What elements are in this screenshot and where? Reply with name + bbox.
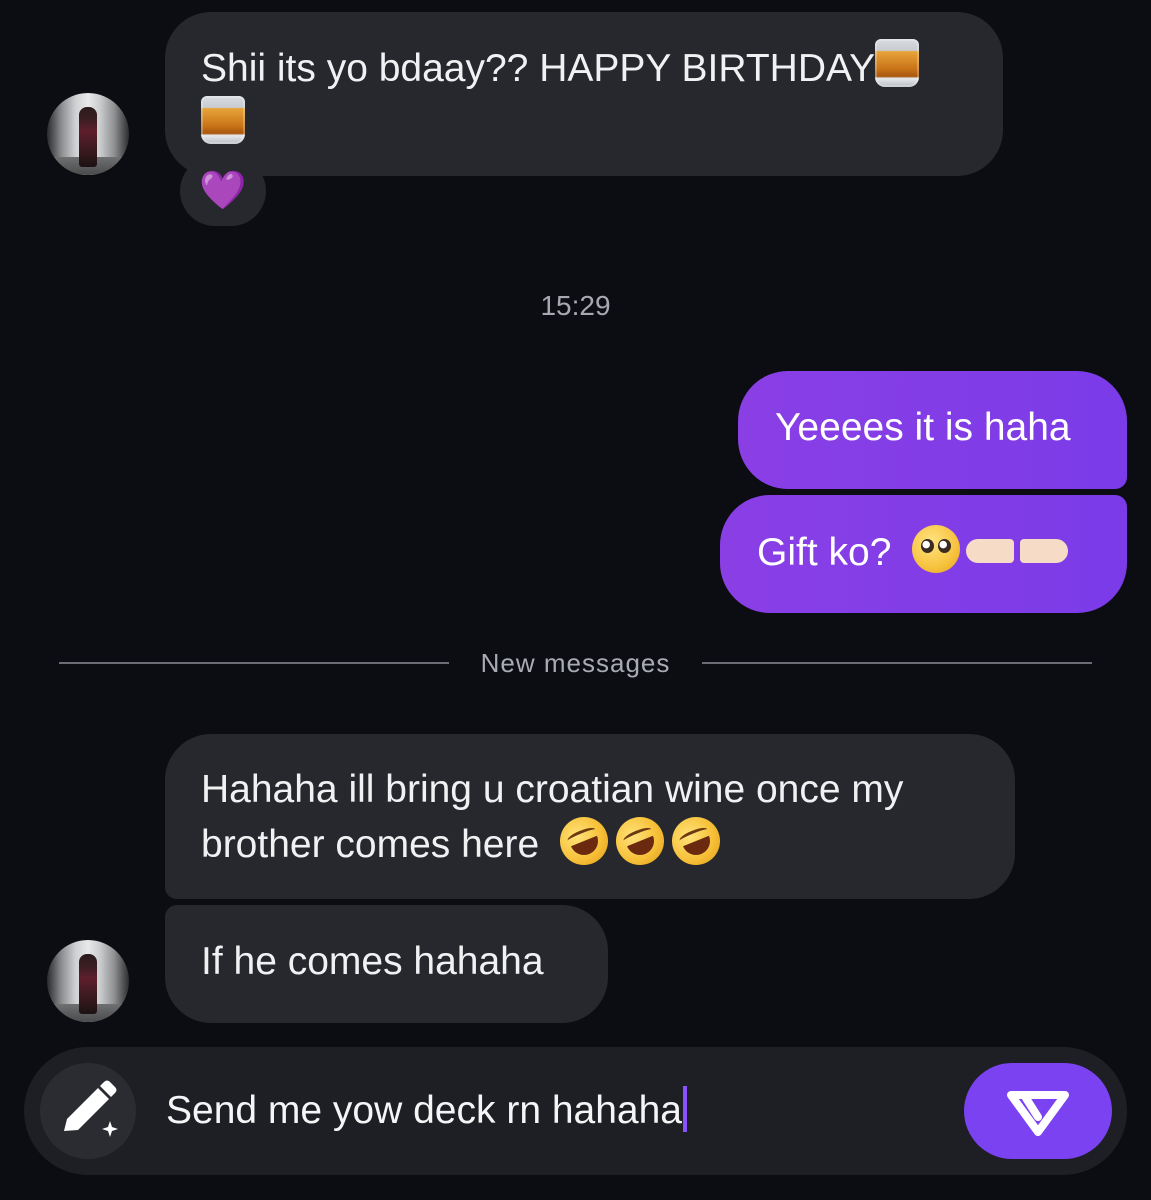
tumbler-glass-icon xyxy=(201,96,245,144)
message-text: If he comes hahaha xyxy=(201,940,544,983)
avatar-photo-person xyxy=(79,107,97,167)
pencil-sparkle-icon xyxy=(64,1080,118,1137)
message-reaction[interactable]: 💜 xyxy=(180,156,266,226)
message-emoji-line xyxy=(201,96,967,150)
purple-heart-icon: 💜 xyxy=(199,170,247,212)
contact-avatar[interactable] xyxy=(47,93,129,175)
message-input[interactable]: Send me yow deck rn hahaha xyxy=(166,1084,926,1138)
text-cursor xyxy=(683,1086,687,1132)
pointing-left-finger-icon xyxy=(966,539,1015,563)
rolling-on-floor-laughing-icon xyxy=(552,809,616,873)
tumbler-glass-icon xyxy=(875,39,920,87)
message-text-segment: brother comes here xyxy=(201,823,540,866)
message-text-line: Shii its yo bdaay?? HAPPY BIRTHDAY xyxy=(201,47,876,90)
message-text-line: Hahaha ill bring u croatian wine once my xyxy=(201,768,904,811)
timestamp-text: 15:29 xyxy=(540,290,611,321)
message-text-line: brother comes here xyxy=(201,809,979,873)
message-input-text: Send me yow deck rn hahaha xyxy=(166,1089,682,1132)
message-text: Yeeees it is haha xyxy=(775,406,1071,449)
message-text: Shii its yo bdaay?? HAPPY BIRTHDAY xyxy=(201,39,967,96)
compose-tools-button[interactable] xyxy=(40,1063,136,1159)
contact-avatar[interactable] xyxy=(47,940,129,1022)
rolling-on-floor-laughing-icon xyxy=(664,809,728,873)
pointing-right-finger-icon xyxy=(1020,539,1069,563)
message-text: Gift ko? xyxy=(757,531,892,574)
rolling-on-floor-laughing-icon xyxy=(608,809,672,873)
pleading-face-icon xyxy=(912,525,961,573)
timestamp: 15:29 xyxy=(0,290,1151,322)
new-messages-text: New messages xyxy=(480,648,671,678)
divider-line-left xyxy=(59,662,449,664)
send-button[interactable] xyxy=(964,1063,1112,1159)
outgoing-message-bubble[interactable]: Gift ko? xyxy=(720,495,1127,613)
incoming-message-bubble[interactable]: Shii its yo bdaay?? HAPPY BIRTHDAY xyxy=(165,12,1003,176)
send-paper-plane-icon xyxy=(1007,1091,1069,1136)
divider-line-right xyxy=(702,662,1092,664)
avatar-photo-person xyxy=(79,954,97,1014)
incoming-message-bubble[interactable]: If he comes hahaha xyxy=(165,905,608,1023)
outgoing-message-bubble[interactable]: Yeeees it is haha xyxy=(738,371,1127,489)
new-messages-divider-label: New messages xyxy=(449,648,702,679)
incoming-message-bubble[interactable]: Hahaha ill bring u croatian wine once my… xyxy=(165,734,1015,899)
